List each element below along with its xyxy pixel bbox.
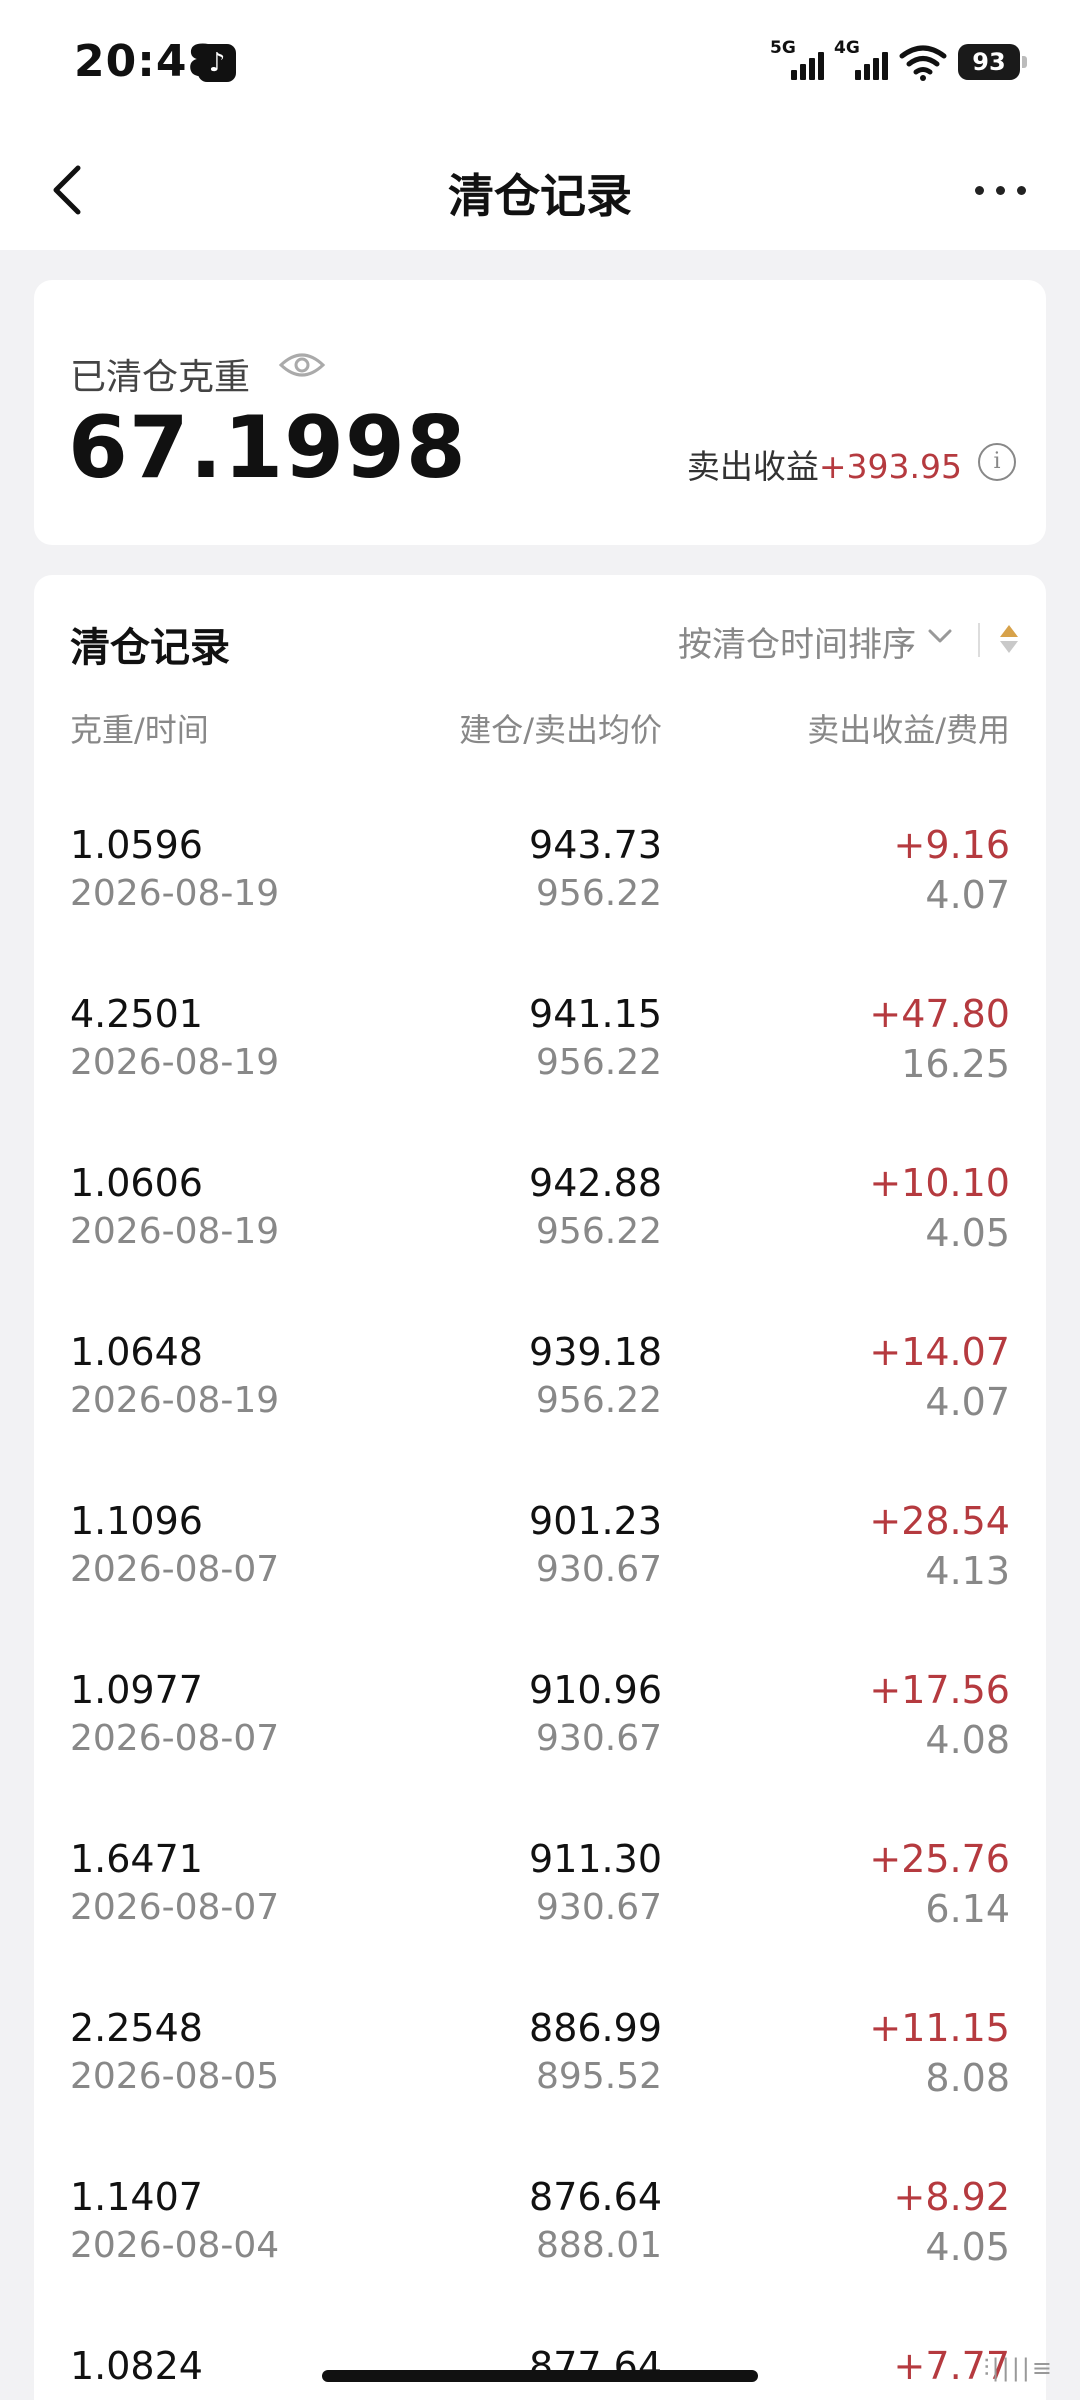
status-bar: 20:48 ♪ 5G 4G 93 bbox=[0, 0, 1080, 130]
row-buy-price: 941.15 bbox=[529, 992, 662, 1036]
row-profit: +25.76 bbox=[869, 1837, 1010, 1881]
status-icons: 5G 4G 93 bbox=[770, 38, 1027, 84]
row-fee: 4.07 bbox=[925, 873, 1010, 917]
home-indicator[interactable] bbox=[322, 2370, 758, 2382]
row-date: 2026-08-05 bbox=[70, 2056, 280, 2097]
row-fee: 16.25 bbox=[901, 1042, 1010, 1086]
row-weight: 2.2548 bbox=[70, 2006, 203, 2050]
row-fee: 6.14 bbox=[925, 1887, 1010, 1931]
row-sell-price: 956.22 bbox=[536, 1211, 662, 1252]
row-profit: +14.07 bbox=[869, 1330, 1010, 1374]
summary-card: 已清仓克重 67.1998 卖出收益+393.95 i bbox=[34, 280, 1046, 545]
tiktok-icon: ♪ bbox=[198, 44, 236, 82]
row-profit: +47.80 bbox=[869, 992, 1010, 1036]
row-profit: +17.56 bbox=[869, 1668, 1010, 1712]
column-header-weight-time: 克重/时间 bbox=[70, 711, 209, 749]
row-weight: 1.1407 bbox=[70, 2175, 203, 2219]
row-weight: 1.1096 bbox=[70, 1499, 203, 1543]
row-sell-price: 956.22 bbox=[536, 1042, 662, 1083]
sort-dropdown[interactable]: 按清仓时间排序 bbox=[678, 617, 916, 666]
row-weight: 1.0596 bbox=[70, 823, 203, 867]
row-profit: +9.16 bbox=[893, 823, 1010, 867]
row-fee: 4.08 bbox=[925, 1718, 1010, 1762]
wifi-icon bbox=[899, 45, 947, 81]
dot-icon bbox=[974, 185, 984, 195]
cleared-weight-label: 已清仓克重 bbox=[70, 357, 251, 398]
table-row[interactable]: 1.0648 2026-08-19 939.18 956.22 +14.07 4… bbox=[34, 1330, 1046, 1498]
row-date: 2026-08-19 bbox=[70, 1380, 280, 1421]
row-weight: 1.0606 bbox=[70, 1161, 203, 1205]
row-date: 2026-08-19 bbox=[70, 1042, 280, 1083]
row-fee: 4.05 bbox=[925, 2225, 1010, 2269]
table-row[interactable]: 4.2501 2026-08-19 941.15 956.22 +47.80 1… bbox=[34, 992, 1046, 1160]
row-date: 2026-08-07 bbox=[70, 1718, 280, 1759]
row-date: 2026-08-07 bbox=[70, 1549, 280, 1590]
row-buy-price: 910.96 bbox=[529, 1668, 662, 1712]
cleared-weight-value: 67.1998 bbox=[68, 398, 467, 498]
row-date: 2026-08-07 bbox=[70, 1887, 280, 1928]
row-sell-price: 895.52 bbox=[536, 2056, 662, 2097]
table-row[interactable]: 1.0596 2026-08-19 943.73 956.22 +9.16 4.… bbox=[34, 823, 1046, 991]
records-card: 清仓记录 按清仓时间排序 克重/时间 建仓/卖出均价 卖出收益/费用 1.059… bbox=[34, 575, 1046, 2400]
sort-order-icon[interactable] bbox=[996, 621, 1022, 657]
row-buy-price: 886.99 bbox=[529, 2006, 662, 2050]
dot-icon bbox=[995, 185, 1005, 195]
watermark-icon: ⫶||||≡ bbox=[983, 2354, 1054, 2382]
row-date: 2026-08-19 bbox=[70, 873, 280, 914]
row-profit: +11.15 bbox=[869, 2006, 1010, 2050]
row-sell-price: 930.67 bbox=[536, 1718, 662, 1759]
battery-icon: 93 bbox=[958, 44, 1027, 80]
row-profit: +10.10 bbox=[869, 1161, 1010, 1205]
row-fee: 4.05 bbox=[925, 1211, 1010, 1255]
table-row[interactable]: 1.1096 2026-08-07 901.23 930.67 +28.54 4… bbox=[34, 1499, 1046, 1667]
row-fee: 4.13 bbox=[925, 1549, 1010, 1593]
row-sell-price: 930.67 bbox=[536, 1887, 662, 1928]
table-row[interactable]: 1.6471 2026-08-07 911.30 930.67 +25.76 6… bbox=[34, 1837, 1046, 2005]
sell-profit: 卖出收益+393.95 bbox=[687, 440, 962, 488]
signal-5g-icon: 5G bbox=[770, 38, 824, 84]
info-icon[interactable]: i bbox=[978, 443, 1016, 481]
more-button[interactable] bbox=[960, 158, 1040, 222]
column-header-avg-price: 建仓/卖出均价 bbox=[459, 711, 662, 749]
table-row[interactable]: 2.2548 2026-08-05 886.99 895.52 +11.15 8… bbox=[34, 2006, 1046, 2174]
page-title: 清仓记录 bbox=[448, 169, 632, 223]
signal-4g-icon: 4G bbox=[834, 38, 888, 84]
row-sell-price: 930.67 bbox=[536, 1549, 662, 1590]
table-row[interactable]: 1.0977 2026-08-07 910.96 930.67 +17.56 4… bbox=[34, 1668, 1046, 1836]
sell-profit-value: +393.95 bbox=[818, 447, 962, 486]
nav-header: 清仓记录 bbox=[0, 130, 1080, 250]
row-fee: 4.07 bbox=[925, 1380, 1010, 1424]
column-header-profit-fee: 卖出收益/费用 bbox=[807, 711, 1010, 749]
row-sell-price: 888.01 bbox=[536, 2225, 662, 2266]
row-buy-price: 942.88 bbox=[529, 1161, 662, 1205]
row-buy-price: 943.73 bbox=[529, 823, 662, 867]
row-buy-price: 911.30 bbox=[529, 1837, 662, 1881]
row-weight: 4.2501 bbox=[70, 992, 203, 1036]
row-date: 2026-08-04 bbox=[70, 2225, 280, 2266]
records-title: 清仓记录 bbox=[70, 625, 230, 671]
row-weight: 1.0824 bbox=[70, 2344, 203, 2388]
sell-profit-label: 卖出收益 bbox=[686, 447, 819, 486]
eye-icon[interactable] bbox=[278, 348, 326, 382]
row-weight: 1.0648 bbox=[70, 1330, 203, 1374]
row-buy-price: 939.18 bbox=[529, 1330, 662, 1374]
row-buy-price: 901.23 bbox=[529, 1499, 662, 1543]
row-weight: 1.0977 bbox=[70, 1668, 203, 1712]
divider bbox=[978, 623, 980, 657]
table-row[interactable]: 1.1407 2026-08-04 876.64 888.01 +8.92 4.… bbox=[34, 2175, 1046, 2343]
dot-icon bbox=[1016, 185, 1026, 195]
row-fee: 8.08 bbox=[925, 2056, 1010, 2100]
row-sell-price: 956.22 bbox=[536, 1380, 662, 1421]
row-weight: 1.6471 bbox=[70, 1837, 203, 1881]
row-profit: +8.92 bbox=[893, 2175, 1010, 2219]
row-buy-price: 876.64 bbox=[529, 2175, 662, 2219]
row-date: 2026-08-19 bbox=[70, 1211, 280, 1252]
chevron-down-icon[interactable] bbox=[924, 623, 956, 649]
row-profit: +28.54 bbox=[869, 1499, 1010, 1543]
table-row[interactable]: 1.0606 2026-08-19 942.88 956.22 +10.10 4… bbox=[34, 1161, 1046, 1329]
row-sell-price: 956.22 bbox=[536, 873, 662, 914]
